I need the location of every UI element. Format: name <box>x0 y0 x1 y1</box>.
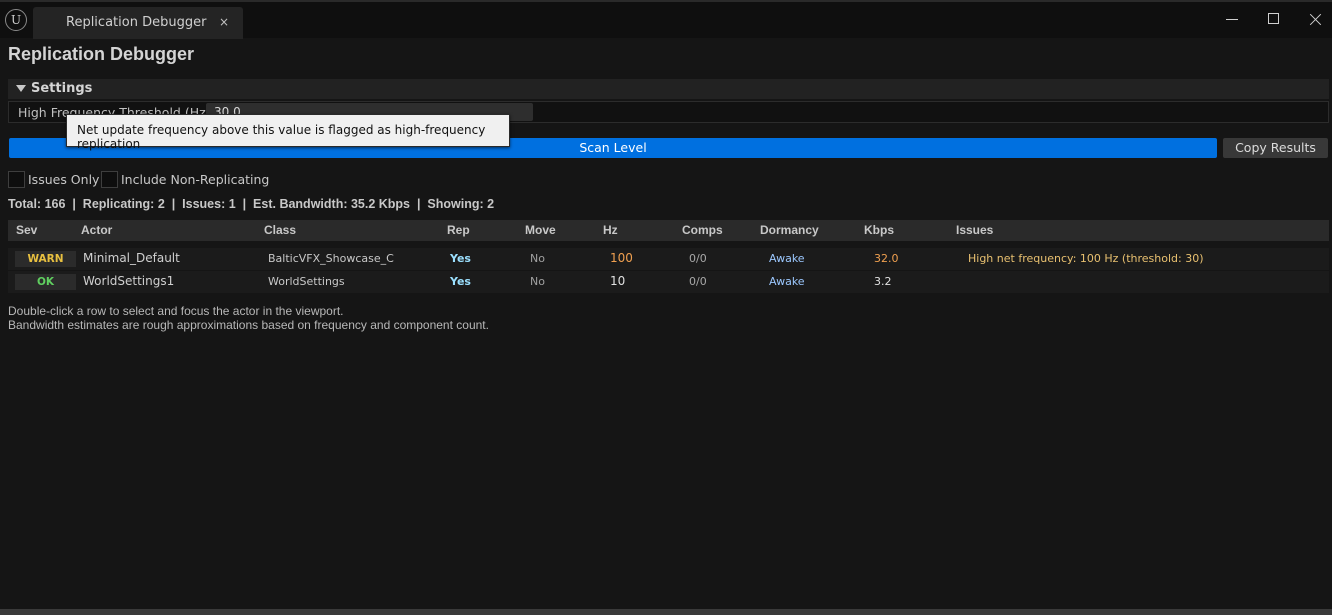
kbps-cell: 3.2 <box>874 275 892 288</box>
table-header: Sev Actor Class Rep Move Hz Comps Dorman… <box>8 220 1329 241</box>
title-bar: U Replication Debugger × <box>0 0 1332 39</box>
table-row[interactable]: OK WorldSettings1 WorldSettings Yes No 1… <box>8 271 1329 293</box>
column-header-rep[interactable]: Rep <box>447 223 470 237</box>
status-strip <box>0 609 1332 615</box>
tab-close-icon[interactable]: × <box>219 15 229 29</box>
issues-only-label[interactable]: Issues Only <box>28 172 99 187</box>
hz-cell: 100 <box>610 251 633 265</box>
table-row[interactable]: WARN Minimal_Default BalticVFX_Showcase_… <box>8 248 1329 270</box>
help-note: Double-click a row to select and focus t… <box>8 304 344 318</box>
issues-cell: High net frequency: 100 Hz (threshold: 3… <box>968 252 1204 265</box>
hz-cell: 10 <box>610 274 626 288</box>
column-header-class[interactable]: Class <box>264 223 296 237</box>
severity-badge: OK <box>15 274 76 290</box>
column-header-issues[interactable]: Issues <box>956 223 993 237</box>
move-cell: No <box>530 252 545 265</box>
column-header-move[interactable]: Move <box>525 223 556 237</box>
tab-replication-debugger[interactable]: Replication Debugger × <box>33 7 243 39</box>
column-header-dormancy[interactable]: Dormancy <box>760 223 819 237</box>
class-cell: WorldSettings <box>268 275 345 288</box>
threshold-tooltip: Net update frequency above this value is… <box>66 114 510 151</box>
copy-results-button[interactable]: Copy Results <box>1223 138 1328 158</box>
column-header-actor[interactable]: Actor <box>81 223 112 237</box>
page-title: Replication Debugger <box>8 44 195 64</box>
include-non-replicating-checkbox[interactable] <box>101 171 118 188</box>
column-header-comps[interactable]: Comps <box>682 223 723 237</box>
rep-cell: Yes <box>450 252 471 265</box>
actor-cell: Minimal_Default <box>83 251 180 265</box>
minimize-icon[interactable] <box>1221 10 1243 30</box>
class-cell: BalticVFX_Showcase_C <box>268 252 394 265</box>
comps-cell: 0/0 <box>689 252 707 265</box>
issues-only-checkbox[interactable] <box>8 171 25 188</box>
close-window-icon[interactable] <box>1305 10 1327 30</box>
move-cell: No <box>530 275 545 288</box>
comps-cell: 0/0 <box>689 275 707 288</box>
dormancy-cell: Awake <box>769 252 805 265</box>
column-header-kbps[interactable]: Kbps <box>864 223 894 237</box>
maximize-icon[interactable] <box>1263 10 1285 30</box>
settings-header[interactable]: Settings <box>8 79 1329 99</box>
caret-down-icon[interactable] <box>16 85 26 92</box>
summary-stats: Total: 166 | Replicating: 2 | Issues: 1 … <box>8 197 495 211</box>
actor-cell: WorldSettings1 <box>83 274 175 288</box>
column-header-hz[interactable]: Hz <box>603 223 618 237</box>
dormancy-cell: Awake <box>769 275 805 288</box>
help-note: Bandwidth estimates are rough approximat… <box>8 318 489 332</box>
rep-cell: Yes <box>450 275 471 288</box>
column-header-sev[interactable]: Sev <box>16 223 37 237</box>
tab-label: Replication Debugger <box>66 15 207 30</box>
include-non-replicating-label[interactable]: Include Non-Replicating <box>121 172 269 187</box>
settings-label: Settings <box>31 81 93 96</box>
kbps-cell: 32.0 <box>874 252 899 265</box>
unreal-logo-icon[interactable]: U <box>5 9 27 31</box>
severity-badge: WARN <box>15 251 76 267</box>
